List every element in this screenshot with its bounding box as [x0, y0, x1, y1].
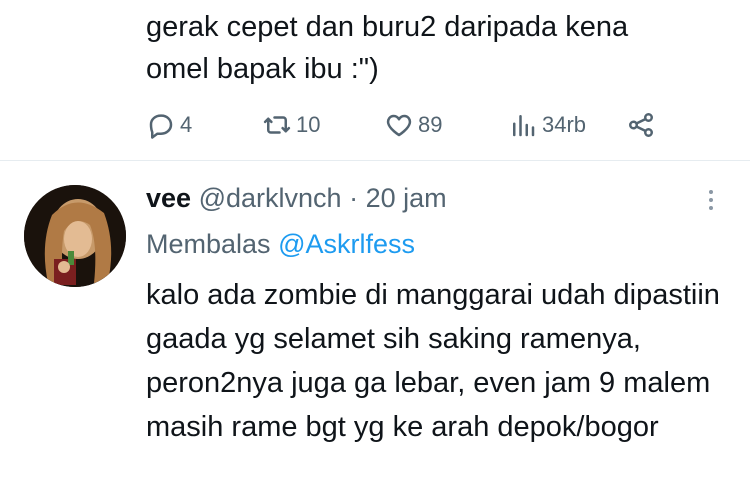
like-count: 89 [418, 112, 443, 137]
reply-icon [149, 114, 173, 139]
reply-tweet: vee @darklvnch · 20 jam Membalas @Askrlf… [0, 161, 750, 500]
replying-label: Membalas [146, 229, 271, 259]
tweet-time[interactable]: 20 jam [366, 183, 447, 213]
tweet-actions-bar: 4 10 89 34rb [146, 108, 686, 142]
retweet-icon [263, 116, 291, 134]
replying-to-handle[interactable]: @Askrlfess [278, 229, 415, 259]
display-name[interactable]: vee [146, 183, 191, 213]
replying-to-line: Membalas @Askrlfess [146, 225, 415, 263]
share-button[interactable] [626, 108, 656, 142]
reply-button[interactable]: 4 [146, 108, 192, 142]
like-icon [386, 114, 412, 137]
views-icon [513, 115, 535, 137]
avatar[interactable] [24, 185, 126, 287]
retweet-button[interactable]: 10 [262, 108, 320, 142]
share-icon [629, 113, 653, 137]
top-tweet-text: gerak cepet dan buru2 daripada kena omel… [146, 11, 629, 85]
views-button[interactable]: 34rb [508, 108, 586, 142]
retweet-count: 10 [296, 112, 321, 137]
top-tweet: gerak cepet dan buru2 daripada kena omel… [0, 0, 750, 160]
reply-count: 4 [180, 112, 193, 137]
views-count: 34rb [542, 112, 587, 137]
reply-header: vee @darklvnch · 20 jam [146, 179, 447, 217]
header-separator: · [349, 183, 359, 213]
like-button[interactable]: 89 [384, 108, 442, 142]
reply-tweet-text: kalo ada zombie di manggarai udah dipast… [146, 279, 720, 443]
avatar-image [24, 185, 126, 287]
more-options-icon[interactable] [704, 187, 718, 215]
user-handle[interactable]: @darklvnch [199, 183, 342, 213]
